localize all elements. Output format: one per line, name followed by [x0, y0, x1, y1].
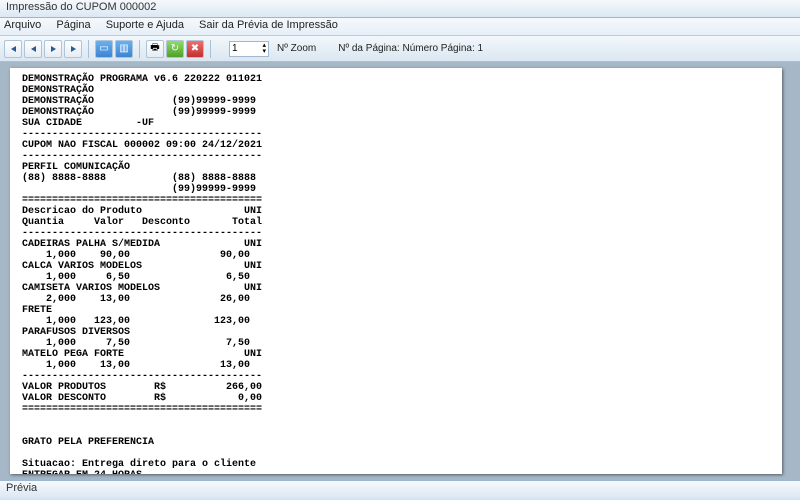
page-view-button[interactable]: ▭ — [95, 40, 113, 58]
export-button[interactable]: ↻ — [166, 40, 184, 58]
toolbar: ▭ ▥ 🖶 ↻ ✖ 1 ▴▾ Nº Zoom Nº da Página: Núm… — [0, 36, 800, 62]
window-titlebar: Impressão do CUPOM 000002 — [0, 0, 800, 18]
separator — [210, 40, 211, 58]
menu-sair[interactable]: Sair da Prévia de Impressão — [199, 19, 338, 31]
statusbar: Prévia — [0, 480, 800, 498]
menu-suporte[interactable]: Suporte e Ajuda — [106, 19, 184, 31]
close-icon: ✖ — [191, 43, 199, 54]
zoom-spinner[interactable]: 1 ▴▾ — [229, 41, 269, 57]
close-button[interactable]: ✖ — [186, 40, 204, 58]
status-text: Prévia — [6, 482, 37, 494]
next-page-button[interactable] — [44, 40, 62, 58]
separator — [88, 40, 89, 58]
page-icon: ▭ — [99, 43, 108, 54]
print-button[interactable]: 🖶 — [146, 40, 164, 58]
separator — [139, 40, 140, 58]
zoom-label: Nº Zoom — [277, 43, 316, 54]
next-icon — [51, 46, 56, 52]
spinner-arrows-icon: ▴▾ — [262, 43, 266, 55]
window-title: Impressão do CUPOM 000002 — [6, 1, 156, 13]
menubar: Arquivo Página Suporte e Ajuda Sair da P… — [0, 18, 800, 36]
receipt-content: DEMONSTRAÇÃO PROGRAMA v6.6 220222 011021… — [22, 74, 770, 474]
export-icon: ↻ — [171, 43, 179, 54]
printer-icon: 🖶 — [150, 40, 159, 57]
multi-page-button[interactable]: ▥ — [115, 40, 133, 58]
first-icon — [11, 46, 16, 52]
first-page-button[interactable] — [4, 40, 22, 58]
preview-workspace: DEMONSTRAÇÃO PROGRAMA v6.6 220222 011021… — [0, 62, 800, 480]
last-page-button[interactable] — [64, 40, 82, 58]
prev-page-button[interactable] — [24, 40, 42, 58]
preview-page: DEMONSTRAÇÃO PROGRAMA v6.6 220222 011021… — [10, 68, 782, 474]
prev-icon — [31, 46, 36, 52]
menu-arquivo[interactable]: Arquivo — [4, 19, 41, 31]
zoom-value: 1 — [232, 43, 238, 54]
multi-page-icon: ▥ — [119, 43, 128, 54]
menu-pagina[interactable]: Página — [56, 19, 90, 31]
last-icon — [71, 46, 76, 52]
page-number-label: Nº da Página: Número Página: 1 — [338, 43, 483, 54]
